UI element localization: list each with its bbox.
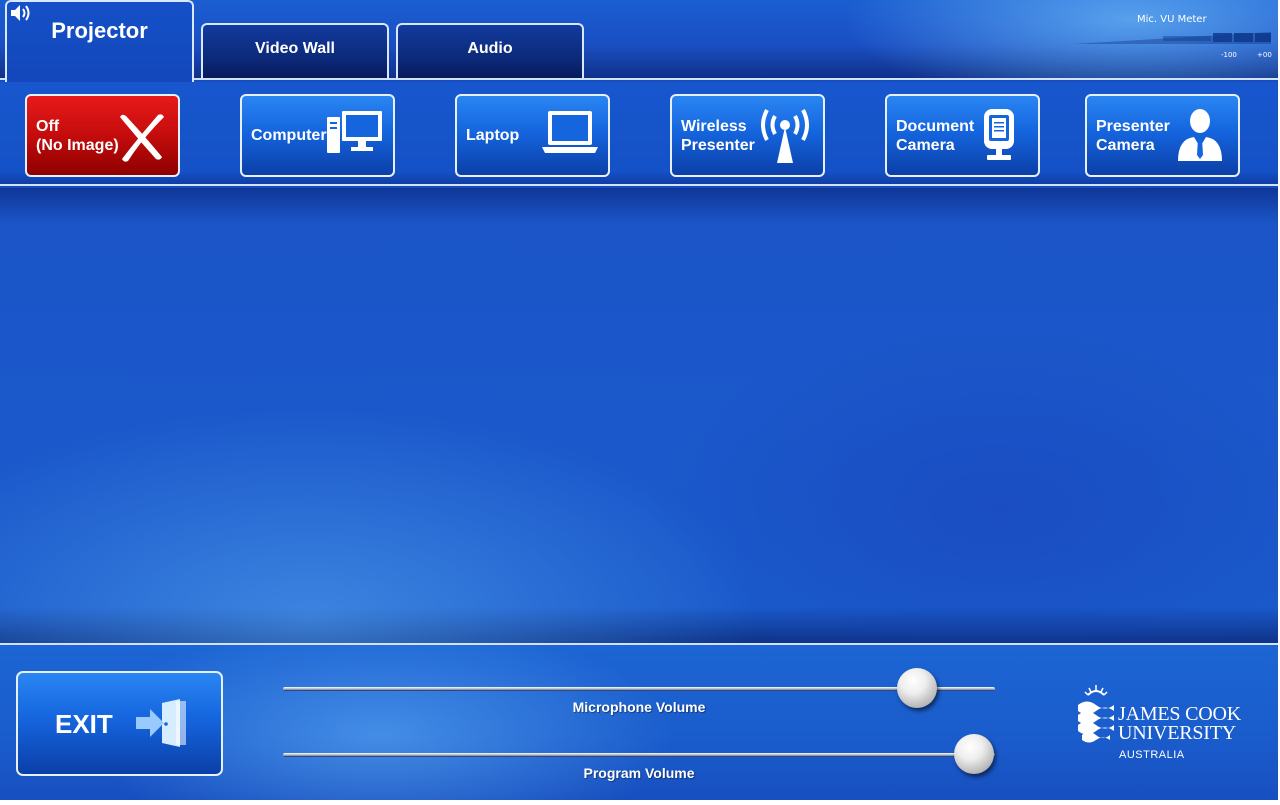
control-panel-screen: Projector Video Wall Audio Mic. VU Meter…	[0, 0, 1278, 800]
exit-label: EXIT	[55, 709, 113, 739]
vu-meter-label: Mic. VU Meter	[1137, 14, 1207, 25]
source-label-line1: Wireless	[681, 117, 747, 135]
jcu-logo: JAMES COOK UNIVERSITY AUSTRALIA	[1076, 685, 1256, 765]
wireless-presenter-button[interactable]: Wireless Presenter	[670, 94, 825, 177]
document-camera-icon	[984, 109, 1014, 160]
source-label-line2: Camera	[1096, 136, 1155, 154]
document-camera-button[interactable]: Document Camera	[885, 94, 1040, 177]
footer-control-bar: EXIT Microphone Volume Program Volume JA…	[0, 643, 1278, 800]
slider-track	[283, 753, 995, 757]
logo-line2: UNIVERSITY	[1118, 722, 1236, 744]
source-label-line1: Off	[36, 117, 60, 135]
program-volume-slider[interactable]: Program Volume	[283, 734, 995, 785]
vu-meter-bars	[1073, 32, 1271, 44]
mic-vu-meter: Mic. VU Meter -100 +00	[1065, 8, 1278, 68]
source-label-line1: Laptop	[466, 127, 520, 144]
tab-audio[interactable]: Audio	[396, 23, 584, 80]
computer-button[interactable]: Computer	[240, 94, 395, 177]
microphone-volume-slider[interactable]: Microphone Volume	[283, 668, 995, 719]
source-label-line2: Presenter	[681, 136, 755, 154]
source-label-line1: Document	[896, 117, 975, 135]
source-label-line1: Computer	[251, 127, 327, 144]
exit-door-icon	[136, 699, 186, 747]
speaker-icon	[10, 4, 32, 22]
exit-button[interactable]: EXIT	[16, 671, 223, 776]
jcu-emblem-icon	[1078, 685, 1114, 743]
source-label-line1: Presenter	[1096, 117, 1170, 135]
tab-video-wall[interactable]: Video Wall	[201, 23, 389, 80]
vu-min-label: -100	[1221, 51, 1237, 59]
desktop-computer-icon	[327, 111, 382, 153]
presenter-person-icon	[1178, 109, 1222, 161]
slider-track	[283, 687, 995, 691]
laptop-icon	[542, 111, 598, 153]
laptop-button[interactable]: Laptop	[455, 94, 610, 177]
wireless-antenna-icon	[761, 109, 809, 163]
source-label-line2: Camera	[896, 136, 955, 154]
logo-line3: AUSTRALIA	[1119, 749, 1185, 761]
x-icon	[120, 114, 164, 162]
program-volume-label: Program Volume	[583, 765, 695, 781]
source-label-line2: (No Image)	[36, 136, 119, 154]
microphone-volume-label: Microphone Volume	[572, 699, 706, 715]
tab-bar: Projector Video Wall Audio Mic. VU Meter…	[0, 0, 1278, 82]
off-no-image-button[interactable]: Off (No Image)	[25, 94, 180, 177]
main-content-area	[0, 188, 1278, 643]
tab-projector[interactable]: Projector	[5, 0, 194, 82]
source-selection-bar: Off (No Image) Computer Laptop Wireless …	[0, 82, 1278, 186]
vu-max-label: +00	[1257, 51, 1272, 59]
presenter-camera-button[interactable]: Presenter Camera	[1085, 94, 1240, 177]
